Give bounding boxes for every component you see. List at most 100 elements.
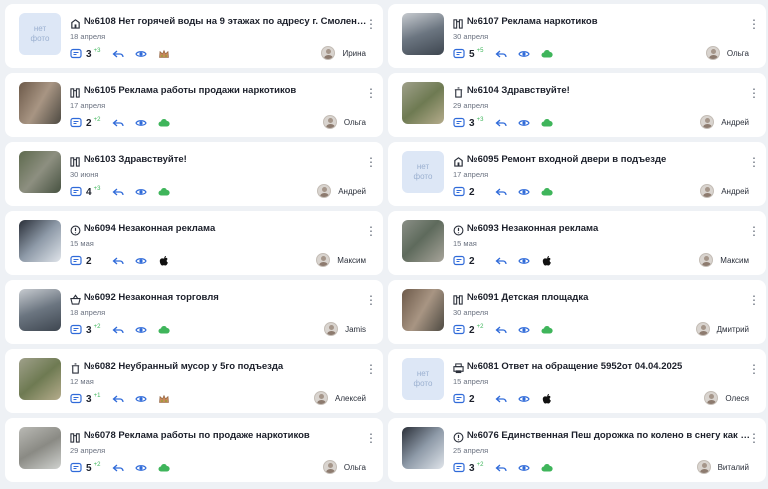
eye-icon[interactable] [517, 255, 530, 267]
appeal-photo-thumbnail[interactable] [19, 427, 61, 469]
more-menu-icon[interactable]: ⋮ [365, 86, 377, 100]
appeal-photo-thumbnail[interactable] [19, 289, 61, 331]
eye-icon[interactable] [135, 48, 148, 60]
appeal-author[interactable]: Ольга [705, 46, 749, 60]
comment-icon[interactable] [453, 462, 465, 474]
more-menu-icon[interactable]: ⋮ [748, 86, 760, 100]
comment-icon[interactable] [70, 324, 82, 336]
eye-icon[interactable] [518, 324, 531, 336]
appeal-card[interactable]: №6105 Реклама работы продажи наркотиков … [5, 73, 383, 137]
appeal-author[interactable]: Ольга [322, 460, 366, 474]
more-menu-icon[interactable]: ⋮ [748, 431, 760, 445]
appeal-title[interactable]: №6082 Неубранный мусор у 5го подъезда [84, 361, 370, 373]
eye-icon[interactable] [518, 48, 531, 60]
eye-icon[interactable] [135, 462, 148, 474]
appeal-card[interactable]: №6078 Реклама работы по продаже наркотик… [5, 418, 383, 482]
comment-icon[interactable] [70, 48, 82, 60]
appeal-card[interactable]: №6104 Здравствуйте! 29 апреля ⋮ 3 +3 Анд… [388, 73, 766, 137]
appeal-title[interactable]: №6081 Ответ на обращение 5952от 04.04.20… [467, 361, 753, 373]
appeal-author[interactable]: Андрей [700, 115, 749, 129]
appeal-title[interactable]: №6104 Здравствуйте! [467, 85, 753, 97]
reply-icon[interactable] [495, 117, 508, 129]
appeal-author[interactable]: Jamis [324, 322, 366, 336]
appeal-card[interactable]: №6092 Незаконная торговля 18 апреля ⋮ 3 … [5, 280, 383, 344]
appeal-photo-thumbnail[interactable] [19, 82, 61, 124]
reply-icon[interactable] [112, 186, 125, 198]
appeal-title[interactable]: №6078 Реклама работы по продаже наркотик… [84, 430, 370, 442]
reply-icon[interactable] [495, 393, 507, 405]
more-menu-icon[interactable]: ⋮ [748, 17, 760, 31]
eye-icon[interactable] [134, 255, 147, 267]
appeal-card[interactable]: №6094 Незаконная реклама 15 мая ⋮ 2 Макс… [5, 211, 383, 275]
appeal-author[interactable]: Ирина [321, 46, 366, 60]
eye-icon[interactable] [517, 393, 530, 405]
appeal-title[interactable]: №6108 Нет горячей воды на 9 этажах по ад… [84, 16, 370, 28]
comment-icon[interactable] [453, 255, 465, 267]
reply-icon[interactable] [495, 255, 507, 267]
comment-icon[interactable] [453, 48, 465, 60]
appeal-photo-thumbnail[interactable] [402, 427, 444, 469]
appeal-photo-thumbnail[interactable] [19, 220, 61, 262]
comment-icon[interactable] [453, 393, 465, 405]
eye-icon[interactable] [517, 186, 530, 198]
appeal-photo-thumbnail[interactable] [402, 13, 444, 55]
comment-icon[interactable] [453, 324, 465, 336]
appeal-author[interactable]: Максим [699, 253, 749, 267]
reply-icon[interactable] [495, 462, 508, 474]
appeal-author[interactable]: Максим [316, 253, 366, 267]
appeal-card[interactable]: нет фото №6108 Нет горячей воды на 9 эта… [5, 4, 383, 68]
reply-icon[interactable] [495, 48, 508, 60]
appeal-title[interactable]: №6091 Детская площадка [467, 292, 753, 304]
appeal-author[interactable]: Андрей [700, 184, 749, 198]
comment-icon[interactable] [70, 117, 82, 129]
comment-icon[interactable] [70, 255, 82, 267]
appeal-title[interactable]: №6105 Реклама работы продажи наркотиков [84, 85, 370, 97]
appeal-card[interactable]: №6107 Реклама наркотиков 30 апреля ⋮ 5 +… [388, 4, 766, 68]
more-menu-icon[interactable]: ⋮ [365, 17, 377, 31]
reply-icon[interactable] [112, 255, 124, 267]
more-menu-icon[interactable]: ⋮ [748, 293, 760, 307]
eye-icon[interactable] [135, 186, 148, 198]
appeal-author[interactable]: Алексей [314, 391, 366, 405]
appeal-card[interactable]: №6082 Неубранный мусор у 5го подъезда 12… [5, 349, 383, 413]
reply-icon[interactable] [112, 393, 125, 405]
reply-icon[interactable] [112, 117, 125, 129]
reply-icon[interactable] [495, 186, 507, 198]
appeal-card[interactable]: нет фото №6081 Ответ на обращение 5952от… [388, 349, 766, 413]
comment-icon[interactable] [70, 186, 82, 198]
appeal-card[interactable]: нет фото №6095 Ремонт входной двери в по… [388, 142, 766, 206]
appeal-author[interactable]: Ольга [322, 115, 366, 129]
eye-icon[interactable] [135, 393, 148, 405]
comment-icon[interactable] [453, 186, 465, 198]
appeal-card[interactable]: №6091 Детская площадка 30 апреля ⋮ 2 +2 … [388, 280, 766, 344]
appeal-title[interactable]: №6094 Незаконная реклама [84, 223, 370, 235]
appeal-photo-thumbnail[interactable] [402, 220, 444, 262]
eye-icon[interactable] [518, 117, 531, 129]
appeal-photo-thumbnail[interactable] [402, 82, 444, 124]
appeal-photo-thumbnail[interactable] [402, 289, 444, 331]
more-menu-icon[interactable]: ⋮ [365, 155, 377, 169]
more-menu-icon[interactable]: ⋮ [748, 362, 760, 376]
eye-icon[interactable] [135, 117, 148, 129]
more-menu-icon[interactable]: ⋮ [365, 293, 377, 307]
appeal-card[interactable]: №6076 Единственная Пеш дорожка по колено… [388, 418, 766, 482]
appeal-title[interactable]: №6092 Незаконная торговля [84, 292, 370, 304]
comment-icon[interactable] [70, 393, 82, 405]
appeal-card[interactable]: №6103 Здравствуйте! 30 июня ⋮ 4 +3 Андре… [5, 142, 383, 206]
eye-icon[interactable] [135, 324, 148, 336]
reply-icon[interactable] [112, 462, 125, 474]
more-menu-icon[interactable]: ⋮ [748, 224, 760, 238]
appeal-author[interactable]: Виталий [696, 460, 749, 474]
appeal-author[interactable]: Олеся [704, 391, 749, 405]
appeal-title[interactable]: №6093 Незаконная реклама [467, 223, 753, 235]
comment-icon[interactable] [453, 117, 465, 129]
more-menu-icon[interactable]: ⋮ [365, 224, 377, 238]
appeal-title[interactable]: №6076 Единственная Пеш дорожка по колено… [467, 430, 753, 442]
comment-icon[interactable] [70, 462, 82, 474]
appeal-photo-thumbnail[interactable] [19, 151, 61, 193]
appeal-author[interactable]: Дмитрий [695, 322, 749, 336]
appeal-title[interactable]: №6095 Ремонт входной двери в подъезде [467, 154, 753, 166]
appeal-title[interactable]: №6107 Реклама наркотиков [467, 16, 753, 28]
more-menu-icon[interactable]: ⋮ [748, 155, 760, 169]
more-menu-icon[interactable]: ⋮ [365, 431, 377, 445]
